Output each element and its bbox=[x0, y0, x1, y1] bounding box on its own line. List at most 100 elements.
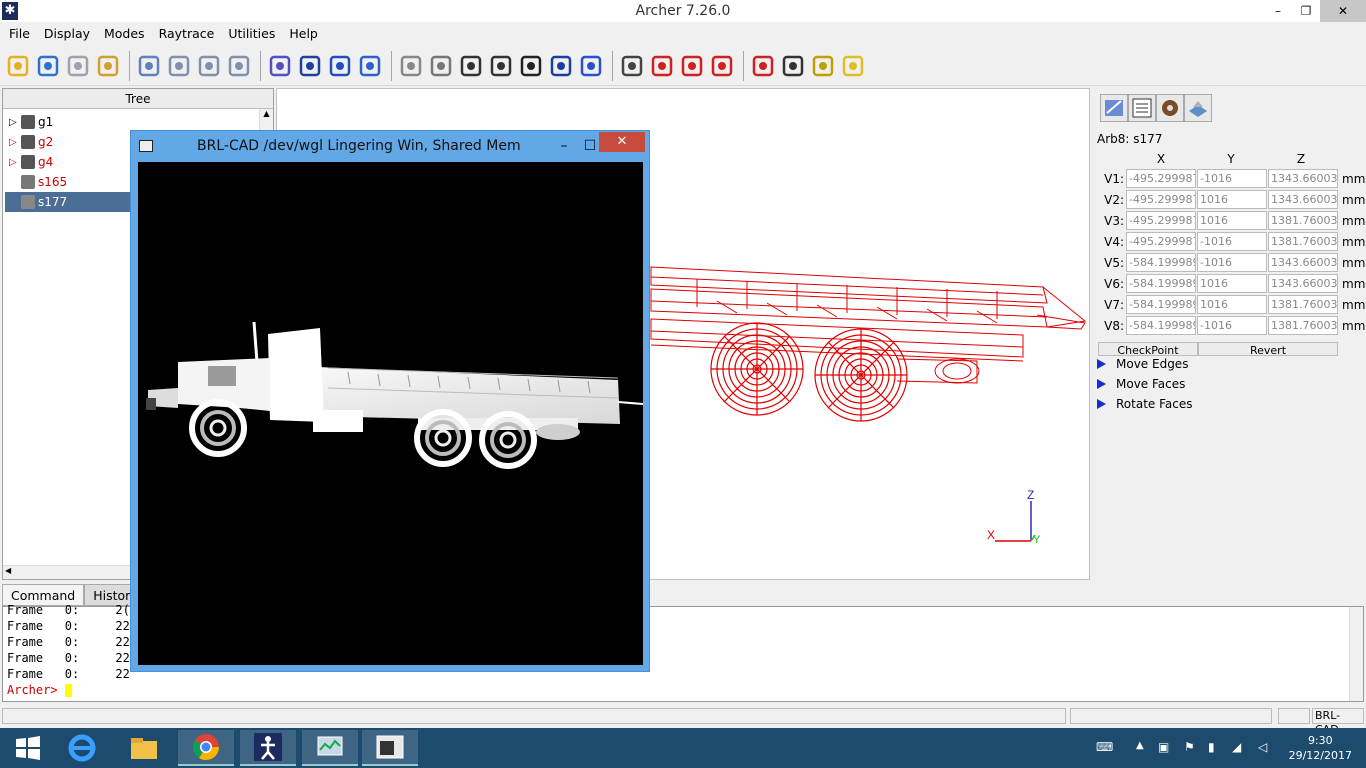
new-icon[interactable] bbox=[4, 52, 32, 80]
vertex-y-field[interactable]: 1016 bbox=[1197, 295, 1267, 314]
menu-utilities[interactable]: Utilities bbox=[221, 26, 282, 41]
vertex-z-field[interactable]: 1381.760032 bbox=[1268, 211, 1338, 230]
file-explorer-icon[interactable] bbox=[116, 730, 172, 766]
menu-raytrace[interactable]: Raytrace bbox=[152, 26, 222, 41]
vertex-x-field[interactable]: -584.199989 bbox=[1126, 295, 1196, 314]
internet-explorer-icon[interactable] bbox=[54, 730, 110, 766]
vertex-z-field[interactable]: 1381.760032 bbox=[1268, 316, 1338, 335]
copy-icon[interactable] bbox=[326, 52, 354, 80]
edit-rotate-icon[interactable] bbox=[618, 52, 646, 80]
vertex-y-field[interactable]: -1016 bbox=[1197, 232, 1267, 251]
rotate-faces-action[interactable]: Rotate Faces bbox=[1097, 394, 1193, 414]
menu-file[interactable]: File bbox=[2, 26, 37, 41]
archer-taskbar-icon[interactable] bbox=[240, 730, 296, 766]
vertex-x-field[interactable]: -495.299987 bbox=[1126, 211, 1196, 230]
raytrace-icon[interactable] bbox=[779, 52, 807, 80]
vertex-y-field[interactable]: 1016 bbox=[1197, 211, 1267, 230]
vertex-x-field[interactable]: -495.299987 bbox=[1126, 190, 1196, 209]
vertex-x-field[interactable]: -495.299987 bbox=[1126, 169, 1196, 188]
clear-icon[interactable] bbox=[809, 52, 837, 80]
system-clock[interactable]: 9:30 29/12/2017 bbox=[1289, 733, 1352, 763]
tree-item-s177[interactable]: s177 bbox=[5, 192, 131, 212]
rotate-icon[interactable] bbox=[397, 52, 425, 80]
scroll-up-icon[interactable]: ▲ bbox=[260, 109, 273, 118]
vertex-row-2: V2: -495.299987 1016 1343.660034 mm bbox=[1094, 189, 1365, 210]
edit-translate-icon[interactable] bbox=[648, 52, 676, 80]
dropdown-icon[interactable] bbox=[296, 52, 324, 80]
tree-item-g4[interactable]: ▷ g4 bbox=[9, 152, 129, 172]
sphere-icon[interactable] bbox=[517, 52, 545, 80]
brlcad-framebuffer-window[interactable]: BRL-CAD /dev/wgl Lingering Win, Shared M… bbox=[130, 130, 650, 672]
camera-icon[interactable] bbox=[749, 52, 777, 80]
expand-arrow-icon[interactable]: ▷ bbox=[9, 117, 21, 128]
maximize-button[interactable]: ❐ bbox=[1292, 0, 1320, 22]
tree-item-g2[interactable]: ▷ g2 bbox=[9, 132, 129, 152]
framework-icon[interactable] bbox=[356, 52, 384, 80]
vertex-x-field[interactable]: -584.199989 bbox=[1126, 253, 1196, 272]
attributes-icon[interactable] bbox=[1128, 94, 1156, 122]
stop-icon[interactable] bbox=[839, 52, 867, 80]
volume-icon[interactable]: ◁ bbox=[1258, 740, 1267, 754]
network-signal-icon[interactable]: ◢ bbox=[1232, 740, 1241, 754]
cube-icon[interactable] bbox=[547, 52, 575, 80]
tools-icon[interactable] bbox=[225, 52, 253, 80]
brlcad-window-taskbar-icon[interactable] bbox=[362, 730, 418, 766]
action-center-icon[interactable]: ⚑ bbox=[1184, 740, 1195, 754]
center-icon[interactable] bbox=[708, 52, 736, 80]
vertex-z-field[interactable]: 1343.660034 bbox=[1268, 190, 1338, 209]
move-faces-action[interactable]: Move Faces bbox=[1097, 374, 1185, 394]
chrome-icon[interactable] bbox=[178, 730, 234, 766]
edit-object-icon[interactable] bbox=[1100, 94, 1128, 122]
minimize-button[interactable]: – bbox=[1264, 0, 1292, 22]
console-scrollbar[interactable] bbox=[1349, 607, 1363, 701]
start-button[interactable] bbox=[0, 730, 56, 766]
vertex-x-field[interactable]: -584.199989 bbox=[1126, 316, 1196, 335]
layers-icon[interactable] bbox=[1184, 94, 1212, 122]
expand-arrow-icon[interactable]: ▷ bbox=[9, 157, 21, 168]
crosshair-icon[interactable] bbox=[487, 52, 515, 80]
vertex-y-field[interactable]: -1016 bbox=[1197, 253, 1267, 272]
select-icon[interactable] bbox=[135, 52, 163, 80]
move-icon[interactable] bbox=[427, 52, 455, 80]
performance-monitor-icon[interactable] bbox=[302, 730, 358, 766]
tree-item-g1[interactable]: ▷ g1 bbox=[9, 112, 129, 132]
undo-icon[interactable] bbox=[165, 52, 193, 80]
close-button[interactable]: ✕ bbox=[1320, 0, 1366, 22]
keyboard-icon[interactable]: ⌨ bbox=[1096, 740, 1113, 754]
menu-display[interactable]: Display bbox=[37, 26, 97, 41]
nvidia-icon[interactable]: ▣ bbox=[1158, 740, 1169, 754]
measure-icon[interactable] bbox=[577, 52, 605, 80]
expand-arrow-icon[interactable]: ▷ bbox=[9, 137, 21, 148]
toolbar-separator bbox=[612, 50, 613, 81]
move-edges-action[interactable]: Move Edges bbox=[1097, 354, 1188, 374]
menu-help[interactable]: Help bbox=[282, 26, 325, 41]
edit-scale-icon[interactable] bbox=[678, 52, 706, 80]
vertex-y-field[interactable]: 1016 bbox=[1197, 190, 1267, 209]
brlcad-minimize-button[interactable]: – bbox=[551, 131, 577, 161]
vertex-x-field[interactable]: -495.299987 bbox=[1126, 232, 1196, 251]
vertex-z-field[interactable]: 1343.660034 bbox=[1268, 169, 1338, 188]
scale-icon[interactable] bbox=[457, 52, 485, 80]
vertex-y-field[interactable]: -1016 bbox=[1197, 316, 1267, 335]
vertex-z-field[interactable]: 1381.760032 bbox=[1268, 232, 1338, 251]
revert-button[interactable]: Revert bbox=[1198, 342, 1338, 356]
menu-modes[interactable]: Modes bbox=[97, 26, 152, 41]
show-hidden-icons[interactable]: ▲ bbox=[1136, 740, 1144, 751]
vertex-z-field[interactable]: 1343.660034 bbox=[1268, 253, 1338, 272]
battery-icon[interactable]: ▮ bbox=[1208, 740, 1215, 754]
vertex-z-field[interactable]: 1381.760032 bbox=[1268, 295, 1338, 314]
tree-item-s165[interactable]: s165 bbox=[21, 172, 131, 192]
vertex-y-field[interactable]: -1016 bbox=[1197, 169, 1267, 188]
redo-icon[interactable] bbox=[195, 52, 223, 80]
brlcad-title-bar[interactable]: BRL-CAD /dev/wgl Lingering Win, Shared M… bbox=[131, 131, 649, 161]
wizard-icon[interactable] bbox=[266, 52, 294, 80]
gear-tools-icon[interactable] bbox=[1156, 94, 1184, 122]
open-icon[interactable] bbox=[34, 52, 62, 80]
console-prompt-line[interactable]: Archer> bbox=[7, 683, 72, 697]
vertex-z-field[interactable]: 1343.660034 bbox=[1268, 274, 1338, 293]
save-icon[interactable] bbox=[64, 52, 92, 80]
vertex-y-field[interactable]: 1016 bbox=[1197, 274, 1267, 293]
brlcad-close-button[interactable]: ✕ bbox=[599, 132, 645, 152]
wrench-icon[interactable] bbox=[94, 52, 122, 80]
vertex-x-field[interactable]: -584.199989 bbox=[1126, 274, 1196, 293]
